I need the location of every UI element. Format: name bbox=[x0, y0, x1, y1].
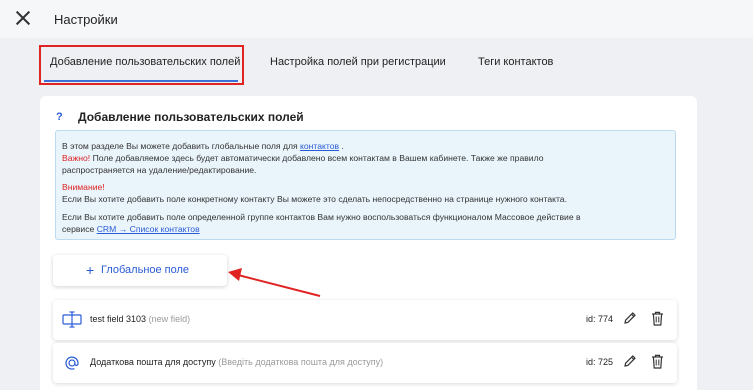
trash-icon[interactable] bbox=[651, 311, 664, 326]
tab-registration-fields[interactable]: Настройка полей при регистрации bbox=[270, 56, 446, 68]
field-name: Додаткова пошта для доступу (Введіть дод… bbox=[90, 357, 384, 367]
field-id: id: 774 bbox=[586, 314, 614, 324]
close-icon[interactable] bbox=[14, 9, 32, 27]
contacts-link[interactable]: контактов bbox=[300, 141, 339, 151]
field-hint: (Введіть додаткова пошта для доступу) bbox=[218, 357, 384, 367]
info-line-6: Если Вы хотите добавить поле определенно… bbox=[62, 212, 581, 222]
info-line-1: В этом разделе Вы можете добавить глобал… bbox=[62, 141, 344, 151]
plus-icon: + bbox=[86, 262, 95, 278]
info-box: В этом разделе Вы можете добавить глобал… bbox=[55, 130, 676, 240]
trash-icon[interactable] bbox=[651, 354, 664, 369]
field-row: Додаткова пошта для доступу (Введіть дод… bbox=[53, 343, 677, 383]
add-global-field-label: Глобальное поле bbox=[101, 264, 190, 276]
top-bar: Настройки bbox=[0, 0, 753, 38]
tab-contact-tags[interactable]: Теги контактов bbox=[478, 56, 553, 68]
info-line-7: сервисе CRM → Список контактов bbox=[62, 224, 200, 234]
field-id: id: 725 bbox=[586, 357, 614, 367]
section-title: Добавление пользовательских полей bbox=[78, 110, 304, 124]
text-field-icon bbox=[62, 311, 82, 328]
crm-contacts-link[interactable]: CRM → Список контактов bbox=[97, 224, 200, 234]
help-icon[interactable]: ? bbox=[56, 111, 63, 123]
field-name: test field 3103 (new field) bbox=[90, 314, 191, 324]
info-line-3: распространяется на удаление/редактирова… bbox=[62, 165, 257, 175]
info-line-2: Важно! Поле добавляемое здесь будет авто… bbox=[62, 153, 544, 163]
highlight-box bbox=[39, 45, 244, 85]
edit-icon[interactable] bbox=[623, 354, 637, 368]
at-sign-icon bbox=[65, 356, 79, 370]
field-hint: (new field) bbox=[148, 314, 191, 324]
field-row: test field 3103 (new field) id: 774 bbox=[53, 300, 677, 340]
info-line-5: Если Вы хотите добавить поле конкретному… bbox=[62, 194, 567, 204]
add-global-field-button[interactable]: + Глобальное поле bbox=[53, 255, 227, 286]
edit-icon[interactable] bbox=[623, 311, 637, 325]
page-title: Настройки bbox=[54, 12, 118, 27]
attention-label: Внимание! bbox=[62, 182, 105, 192]
important-label: Важно! bbox=[62, 153, 91, 163]
